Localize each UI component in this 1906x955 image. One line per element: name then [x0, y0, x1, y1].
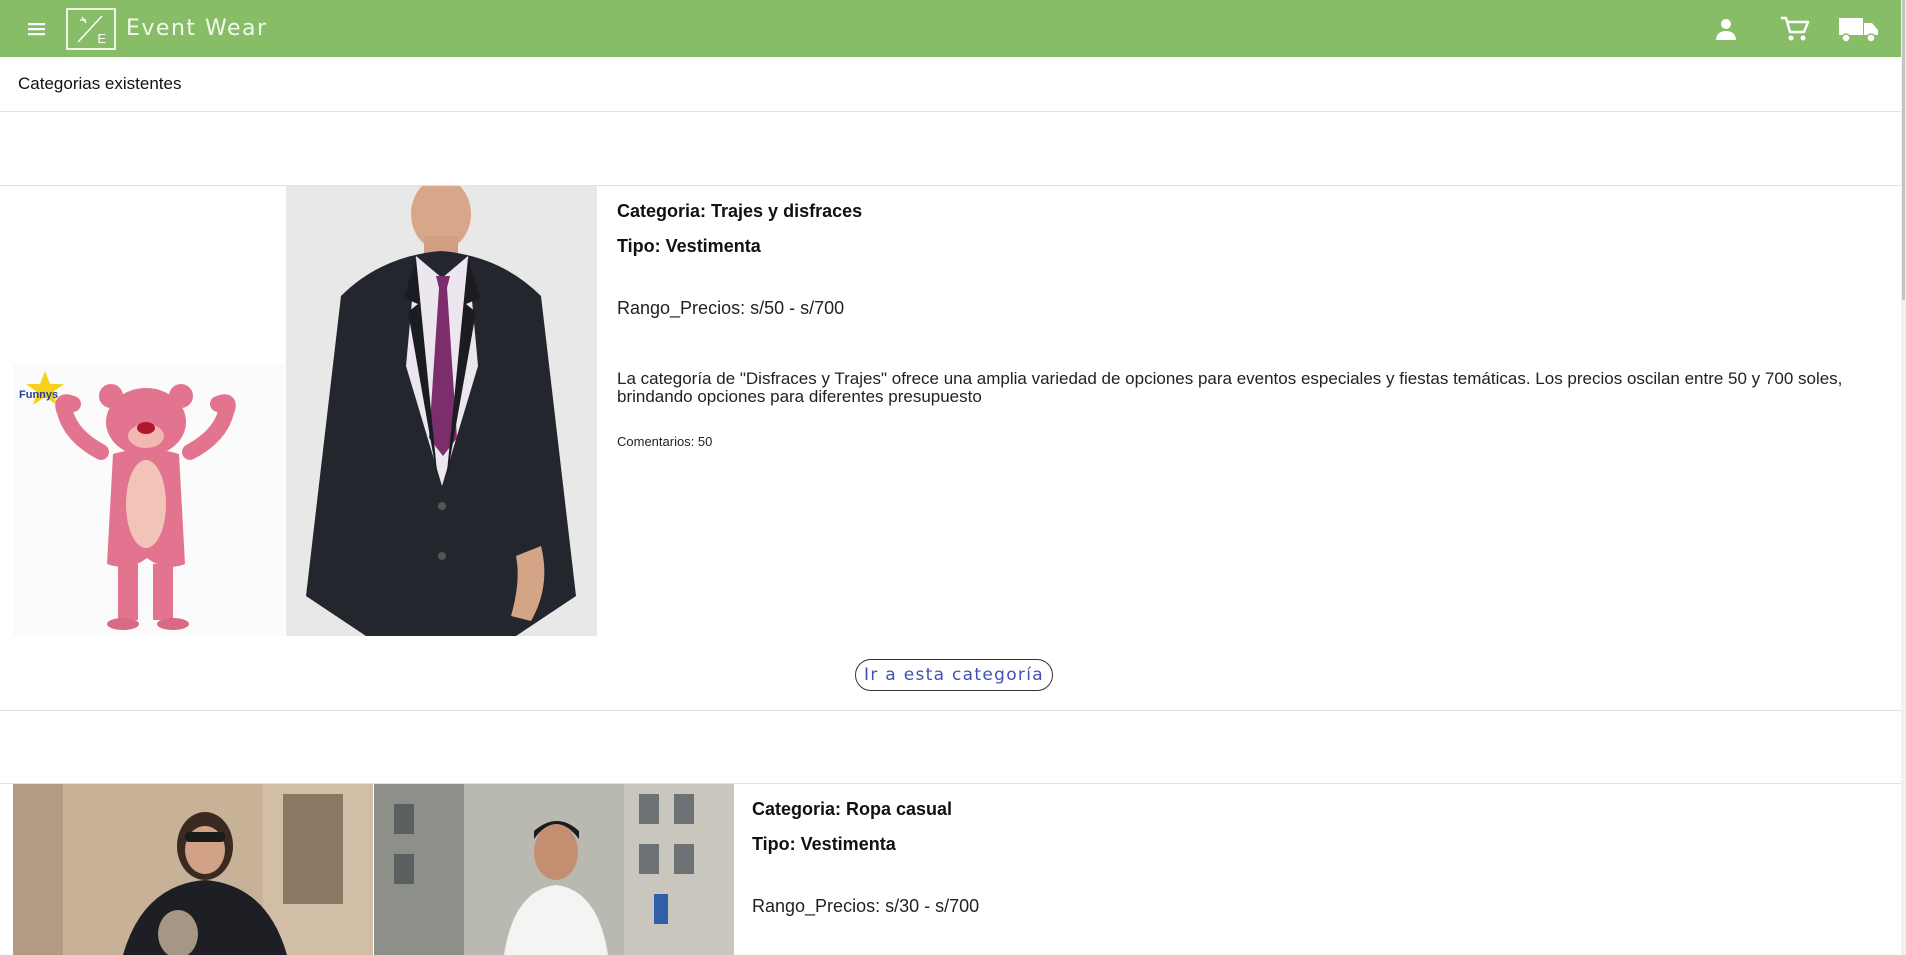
truck-icon[interactable]	[1837, 14, 1881, 44]
toolbar-actions	[1711, 0, 1901, 57]
comments-count: Comentarios: 50	[617, 434, 713, 449]
section-header: Categorias existentes	[0, 57, 1901, 112]
price-range: Rango_Precios: s/50 - s/700	[617, 298, 845, 318]
category-image-suit	[286, 186, 597, 636]
category-type: Tipo: Vestimenta	[752, 834, 896, 854]
category-type: Tipo: Vestimenta	[617, 236, 761, 256]
logo-letter: E	[97, 30, 106, 46]
go-to-category-button[interactable]: Ir a esta categoría	[855, 659, 1053, 691]
category-description: La categoría de "Disfraces y Trajes" ofr…	[617, 369, 1843, 406]
category-image-costume: Funnys	[13, 364, 285, 636]
category-name: Categoria: Ropa casual	[752, 799, 953, 819]
category-info: Categoria: Trajes y disfraces Tipo: Vest…	[617, 201, 1877, 449]
brand-name[interactable]: Event Wear	[126, 16, 268, 41]
cart-icon[interactable]	[1779, 14, 1811, 44]
brand-watermark: Funnys	[19, 389, 58, 401]
menu-icon[interactable]	[22, 14, 52, 44]
category-card: Funnys Categoria: Trajes y disfraces Tip…	[0, 186, 1901, 710]
top-toolbar: E Event Wear	[0, 0, 1901, 57]
price-range: Rango_Precios: s/30 - s/700	[752, 896, 980, 916]
user-icon[interactable]	[1711, 14, 1741, 44]
category-card: Categoria: Ropa casual Tipo: Vestimenta …	[0, 784, 1901, 955]
category-image-man-casual	[374, 784, 734, 955]
category-image-woman-casual	[13, 784, 373, 955]
brand-logo[interactable]: E	[66, 7, 116, 50]
category-name: Categoria: Trajes y disfraces	[617, 201, 863, 221]
scrollbar-thumb[interactable]	[1902, 0, 1905, 300]
section-title: Categorias existentes	[18, 74, 182, 93]
category-info: Categoria: Ropa casual Tipo: Vestimenta …	[752, 799, 1852, 917]
divider	[0, 710, 1901, 711]
